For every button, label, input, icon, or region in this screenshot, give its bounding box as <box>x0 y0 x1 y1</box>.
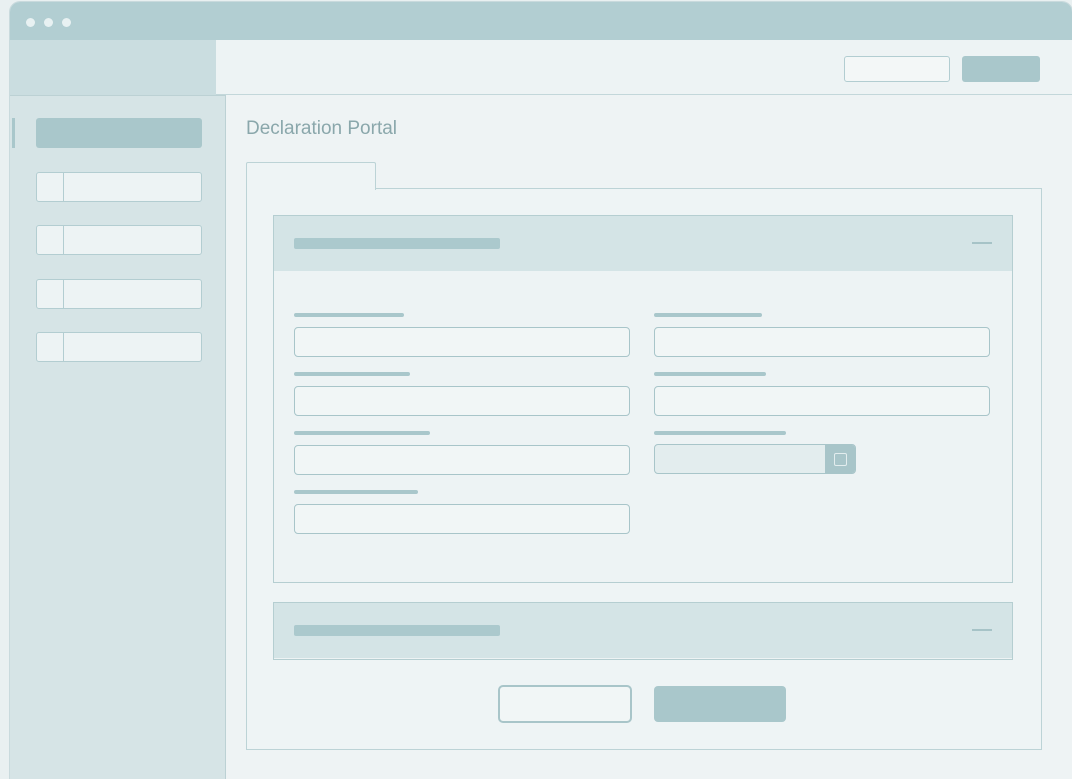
sidebar-item[interactable] <box>36 332 202 362</box>
field-label <box>294 372 410 376</box>
form-section-collapsed <box>273 602 1013 660</box>
collapse-icon[interactable] <box>972 629 992 631</box>
text-field[interactable] <box>294 327 630 357</box>
primary-top-button[interactable] <box>962 56 1040 82</box>
cancel-button[interactable] <box>498 685 632 723</box>
submit-button[interactable] <box>654 686 786 722</box>
collapse-icon[interactable] <box>972 242 992 244</box>
window-dot-icon[interactable] <box>44 18 53 27</box>
sidebar-item[interactable] <box>36 279 202 309</box>
text-field[interactable] <box>294 386 630 416</box>
page-title: Declaration Portal <box>246 118 398 139</box>
field-label <box>294 490 418 494</box>
text-field[interactable] <box>654 327 990 357</box>
nav-icon <box>37 333 64 361</box>
field-label <box>294 313 404 317</box>
window-dot-icon[interactable] <box>26 18 35 27</box>
section-header[interactable] <box>274 216 1012 271</box>
nav-icon <box>37 280 64 308</box>
field-label <box>654 431 786 435</box>
top-bar <box>216 40 1072 95</box>
nav-icon <box>37 226 64 254</box>
sidebar-item[interactable] <box>36 172 202 202</box>
sidebar-item[interactable] <box>36 225 202 255</box>
tab-active[interactable] <box>246 162 376 190</box>
field-label <box>654 372 766 376</box>
nav-icon <box>37 173 64 201</box>
sidebar-item-active[interactable] <box>36 118 202 148</box>
date-field[interactable] <box>654 444 856 474</box>
field-label <box>294 431 430 435</box>
sidebar-header <box>10 40 225 96</box>
sidebar <box>10 40 226 779</box>
window-dot-icon[interactable] <box>62 18 71 27</box>
section-title <box>294 238 500 249</box>
title-bar <box>10 2 1072 42</box>
date-picker-button[interactable] <box>825 445 855 473</box>
text-field[interactable] <box>294 504 630 534</box>
field-label <box>654 313 762 317</box>
section-title <box>294 625 500 636</box>
active-indicator <box>12 118 15 148</box>
calendar-icon <box>834 453 847 466</box>
secondary-top-button[interactable] <box>844 56 950 82</box>
text-field[interactable] <box>654 386 990 416</box>
text-field[interactable] <box>294 445 630 475</box>
section-header[interactable] <box>274 603 1012 658</box>
